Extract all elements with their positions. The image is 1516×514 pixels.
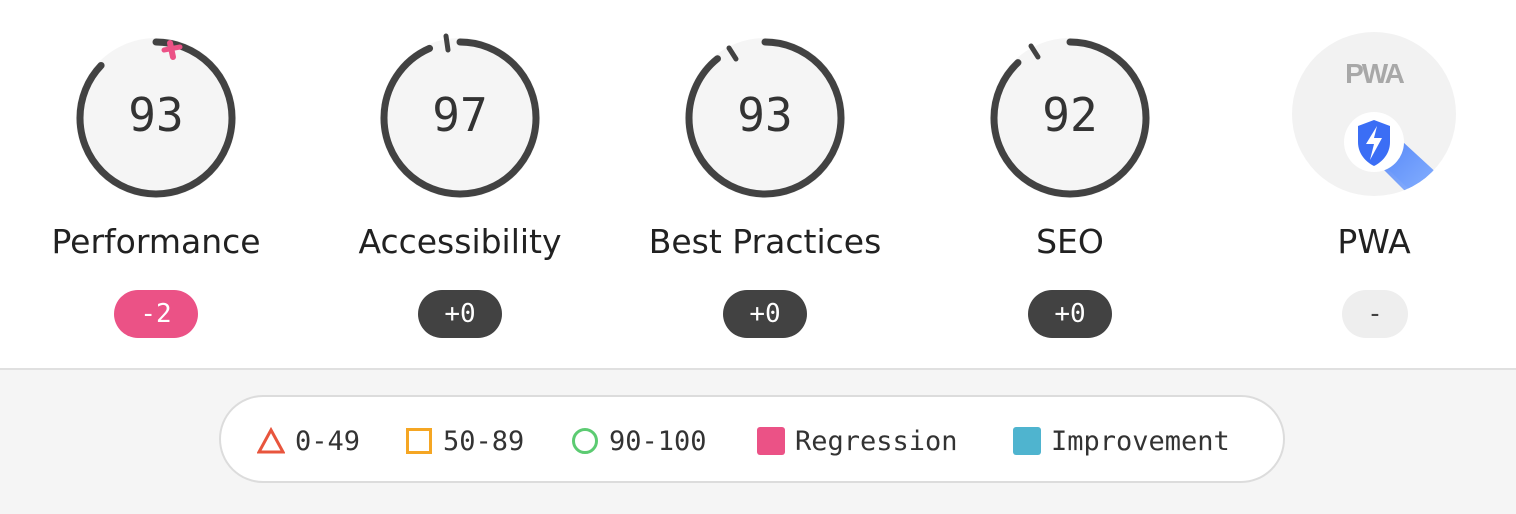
delta-badge: +0 [418, 290, 502, 338]
category-accessibility[interactable]: 97 Accessibility +0 [330, 30, 590, 350]
delta-badge: +0 [723, 290, 807, 338]
regression-swatch-icon [757, 427, 785, 455]
score-value: 93 [128, 88, 184, 142]
improvement-swatch-icon [1013, 427, 1041, 455]
category-label: SEO [1036, 222, 1104, 261]
category-seo[interactable]: 92 SEO +0 [940, 30, 1200, 350]
delta-badge: - [1342, 290, 1408, 338]
circle-icon [572, 428, 598, 454]
delta-badge: +0 [1028, 290, 1112, 338]
category-label: Performance [51, 222, 261, 261]
legend-regression-label: Regression [795, 425, 958, 457]
triangle-icon [257, 427, 285, 454]
legend-fail: 0-49 [257, 425, 360, 457]
score-gauge: 93 [681, 30, 849, 208]
category-label: Accessibility [358, 222, 562, 261]
category-performance[interactable]: 93 Performance -2 [26, 30, 286, 350]
legend-improvement: Improvement [1013, 425, 1230, 457]
score-gauge: 93 [72, 30, 240, 208]
square-icon [406, 428, 432, 454]
score-legend: 0-49 50-89 90-100 Regression Improvement [219, 395, 1285, 483]
legend-improvement-label: Improvement [1051, 425, 1230, 457]
score-value: 92 [1042, 88, 1098, 142]
pwa-logo-text: PWA [1345, 58, 1405, 89]
legend-pass: 90-100 [571, 425, 707, 457]
pwa-gauge: PWA [1290, 30, 1458, 208]
legend-pass-label: 90-100 [609, 425, 707, 457]
category-pwa[interactable]: PWA PWA - [1244, 30, 1504, 350]
legend-fail-label: 0-49 [295, 425, 361, 457]
score-gauge: 97 [376, 30, 544, 208]
delta-badge: -2 [114, 290, 198, 338]
score-gauge: 92 [986, 30, 1154, 208]
legend-average-label: 50-89 [443, 425, 525, 457]
category-label: PWA [1337, 222, 1411, 261]
category-best-practices[interactable]: 93 Best Practices +0 [635, 30, 895, 350]
legend-average: 50-89 [405, 425, 524, 457]
score-value: 97 [432, 88, 488, 142]
score-value: 93 [737, 88, 793, 142]
legend-regression: Regression [757, 425, 958, 457]
pwa-lightning-badge-icon [1292, 32, 1456, 196]
previous-score-tick [443, 33, 451, 53]
category-label: Best Practices [648, 222, 882, 261]
